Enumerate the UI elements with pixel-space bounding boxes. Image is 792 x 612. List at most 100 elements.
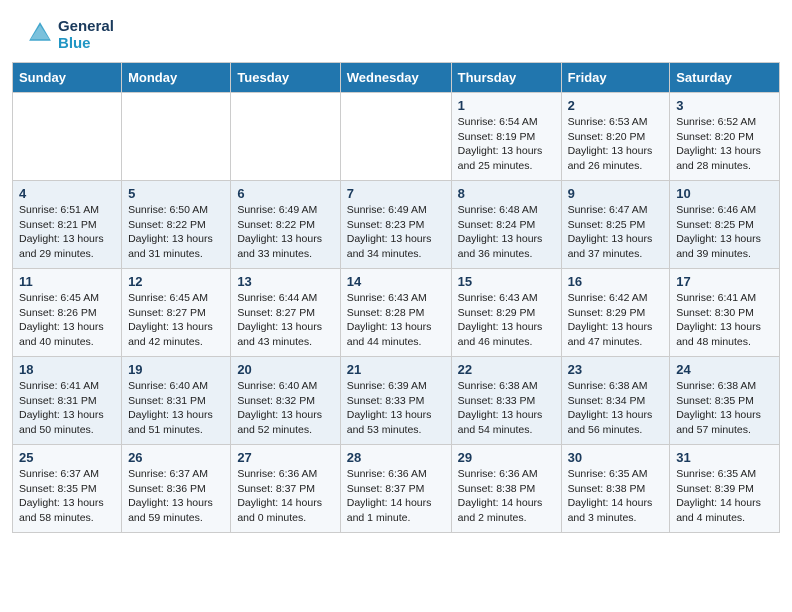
- calendar-week-5: 25 Sunrise: 6:37 AM Sunset: 8:35 PM Dayli…: [13, 445, 780, 533]
- day-number: 29: [458, 450, 555, 465]
- logo-blue: Blue: [58, 35, 114, 52]
- day-detail: Sunrise: 6:38 AM Sunset: 8:35 PM Dayligh…: [676, 379, 773, 438]
- day-detail: Sunrise: 6:40 AM Sunset: 8:31 PM Dayligh…: [128, 379, 224, 438]
- calendar-day-7: 7 Sunrise: 6:49 AM Sunset: 8:23 PM Daylig…: [340, 181, 451, 269]
- day-detail: Sunrise: 6:48 AM Sunset: 8:24 PM Dayligh…: [458, 203, 555, 262]
- weekday-header-wednesday: Wednesday: [340, 63, 451, 93]
- day-number: 5: [128, 186, 224, 201]
- calendar-day-28: 28Sunrise: 6:36 AM Sunset: 8:37 PM Dayli…: [340, 445, 451, 533]
- calendar-table: SundayMondayTuesdayWednesdayThursdayFrid…: [12, 62, 780, 533]
- day-number: 30: [568, 450, 664, 465]
- day-detail: Sunrise: 6:53 AM Sunset: 8:20 PM Dayligh…: [568, 115, 664, 174]
- day-number: 21: [347, 362, 445, 377]
- day-detail: Sunrise: 6:37 AM Sunset: 8:35 PM Dayligh…: [19, 467, 115, 526]
- day-number: 22: [458, 362, 555, 377]
- calendar-day-16: 16 Sunrise: 6:42 AM Sunset: 8:29 PM Dayli…: [561, 269, 670, 357]
- day-number: 24: [676, 362, 773, 377]
- calendar-day-15: 15 Sunrise: 6:43 AM Sunset: 8:29 PM Dayli…: [451, 269, 561, 357]
- day-number: 31: [676, 450, 773, 465]
- calendar-day-3: 3Sunrise: 6:52 AM Sunset: 8:20 PM Daylig…: [670, 93, 780, 181]
- day-detail: Sunrise: 6:43 AM Sunset: 8:28 PM Dayligh…: [347, 291, 445, 350]
- weekday-header-friday: Friday: [561, 63, 670, 93]
- day-number: 13: [237, 274, 333, 289]
- calendar-day-10: 10 Sunrise: 6:46 AM Sunset: 8:25 PM Dayli…: [670, 181, 780, 269]
- calendar-week-3: 11 Sunrise: 6:45 AM Sunset: 8:26 PM Dayli…: [13, 269, 780, 357]
- calendar-day-1: 1 Sunrise: 6:54 AM Sunset: 8:19 PM Daylig…: [451, 93, 561, 181]
- day-detail: Sunrise: 6:38 AM Sunset: 8:34 PM Dayligh…: [568, 379, 664, 438]
- day-number: 26: [128, 450, 224, 465]
- day-number: 17: [676, 274, 773, 289]
- page-header: General Blue: [0, 0, 792, 62]
- day-number: 1: [458, 98, 555, 113]
- logo-general: General: [58, 18, 114, 35]
- calendar-empty: [340, 93, 451, 181]
- day-detail: Sunrise: 6:41 AM Sunset: 8:31 PM Dayligh…: [19, 379, 115, 438]
- calendar-day-9: 9Sunrise: 6:47 AM Sunset: 8:25 PM Daylig…: [561, 181, 670, 269]
- day-detail: Sunrise: 6:51 AM Sunset: 8:21 PM Dayligh…: [19, 203, 115, 262]
- calendar-container: SundayMondayTuesdayWednesdayThursdayFrid…: [0, 62, 792, 545]
- day-number: 25: [19, 450, 115, 465]
- day-detail: Sunrise: 6:45 AM Sunset: 8:27 PM Dayligh…: [128, 291, 224, 350]
- day-number: 16: [568, 274, 664, 289]
- calendar-day-8: 8 Sunrise: 6:48 AM Sunset: 8:24 PM Daylig…: [451, 181, 561, 269]
- day-number: 12: [128, 274, 224, 289]
- calendar-day-17: 17 Sunrise: 6:41 AM Sunset: 8:30 PM Dayli…: [670, 269, 780, 357]
- day-detail: Sunrise: 6:45 AM Sunset: 8:26 PM Dayligh…: [19, 291, 115, 350]
- calendar-empty: [231, 93, 340, 181]
- day-detail: Sunrise: 6:47 AM Sunset: 8:25 PM Dayligh…: [568, 203, 664, 262]
- day-number: 27: [237, 450, 333, 465]
- day-detail: Sunrise: 6:39 AM Sunset: 8:33 PM Dayligh…: [347, 379, 445, 438]
- day-number: 8: [458, 186, 555, 201]
- day-detail: Sunrise: 6:44 AM Sunset: 8:27 PM Dayligh…: [237, 291, 333, 350]
- day-detail: Sunrise: 6:42 AM Sunset: 8:29 PM Dayligh…: [568, 291, 664, 350]
- day-detail: Sunrise: 6:41 AM Sunset: 8:30 PM Dayligh…: [676, 291, 773, 350]
- day-detail: Sunrise: 6:36 AM Sunset: 8:37 PM Dayligh…: [237, 467, 333, 526]
- calendar-day-4: 4Sunrise: 6:51 AM Sunset: 8:21 PM Daylig…: [13, 181, 122, 269]
- logo: General Blue: [24, 18, 114, 52]
- day-number: 14: [347, 274, 445, 289]
- day-detail: Sunrise: 6:40 AM Sunset: 8:32 PM Dayligh…: [237, 379, 333, 438]
- calendar-day-21: 21 Sunrise: 6:39 AM Sunset: 8:33 PM Dayli…: [340, 357, 451, 445]
- calendar-day-23: 23 Sunrise: 6:38 AM Sunset: 8:34 PM Dayli…: [561, 357, 670, 445]
- calendar-day-31: 31 Sunrise: 6:35 AM Sunset: 8:39 PM Dayli…: [670, 445, 780, 533]
- day-number: 20: [237, 362, 333, 377]
- calendar-day-12: 12 Sunrise: 6:45 AM Sunset: 8:27 PM Dayli…: [122, 269, 231, 357]
- weekday-header-sunday: Sunday: [13, 63, 122, 93]
- calendar-day-18: 18 Sunrise: 6:41 AM Sunset: 8:31 PM Dayli…: [13, 357, 122, 445]
- day-number: 18: [19, 362, 115, 377]
- calendar-week-4: 18 Sunrise: 6:41 AM Sunset: 8:31 PM Dayli…: [13, 357, 780, 445]
- calendar-day-11: 11 Sunrise: 6:45 AM Sunset: 8:26 PM Dayli…: [13, 269, 122, 357]
- calendar-day-5: 5 Sunrise: 6:50 AM Sunset: 8:22 PM Daylig…: [122, 181, 231, 269]
- calendar-header: SundayMondayTuesdayWednesdayThursdayFrid…: [13, 63, 780, 93]
- day-detail: Sunrise: 6:54 AM Sunset: 8:19 PM Dayligh…: [458, 115, 555, 174]
- calendar-week-1: 1 Sunrise: 6:54 AM Sunset: 8:19 PM Daylig…: [13, 93, 780, 181]
- weekday-header-thursday: Thursday: [451, 63, 561, 93]
- calendar-day-25: 25 Sunrise: 6:37 AM Sunset: 8:35 PM Dayli…: [13, 445, 122, 533]
- day-detail: Sunrise: 6:36 AM Sunset: 8:37 PM Dayligh…: [347, 467, 445, 526]
- day-number: 10: [676, 186, 773, 201]
- day-detail: Sunrise: 6:50 AM Sunset: 8:22 PM Dayligh…: [128, 203, 224, 262]
- calendar-day-2: 2Sunrise: 6:53 AM Sunset: 8:20 PM Daylig…: [561, 93, 670, 181]
- day-number: 6: [237, 186, 333, 201]
- weekday-header-tuesday: Tuesday: [231, 63, 340, 93]
- day-detail: Sunrise: 6:43 AM Sunset: 8:29 PM Dayligh…: [458, 291, 555, 350]
- day-detail: Sunrise: 6:46 AM Sunset: 8:25 PM Dayligh…: [676, 203, 773, 262]
- day-detail: Sunrise: 6:52 AM Sunset: 8:20 PM Dayligh…: [676, 115, 773, 174]
- calendar-day-6: 6Sunrise: 6:49 AM Sunset: 8:22 PM Daylig…: [231, 181, 340, 269]
- logo-icon: [26, 19, 54, 47]
- calendar-day-29: 29Sunrise: 6:36 AM Sunset: 8:38 PM Dayli…: [451, 445, 561, 533]
- day-number: 23: [568, 362, 664, 377]
- calendar-day-13: 13 Sunrise: 6:44 AM Sunset: 8:27 PM Dayli…: [231, 269, 340, 357]
- day-number: 15: [458, 274, 555, 289]
- day-detail: Sunrise: 6:49 AM Sunset: 8:23 PM Dayligh…: [347, 203, 445, 262]
- calendar-day-24: 24 Sunrise: 6:38 AM Sunset: 8:35 PM Dayli…: [670, 357, 780, 445]
- day-detail: Sunrise: 6:35 AM Sunset: 8:39 PM Dayligh…: [676, 467, 773, 526]
- weekday-header-saturday: Saturday: [670, 63, 780, 93]
- day-detail: Sunrise: 6:38 AM Sunset: 8:33 PM Dayligh…: [458, 379, 555, 438]
- calendar-day-14: 14 Sunrise: 6:43 AM Sunset: 8:28 PM Dayli…: [340, 269, 451, 357]
- day-number: 19: [128, 362, 224, 377]
- day-number: 7: [347, 186, 445, 201]
- day-number: 11: [19, 274, 115, 289]
- calendar-empty: [122, 93, 231, 181]
- day-detail: Sunrise: 6:37 AM Sunset: 8:36 PM Dayligh…: [128, 467, 224, 526]
